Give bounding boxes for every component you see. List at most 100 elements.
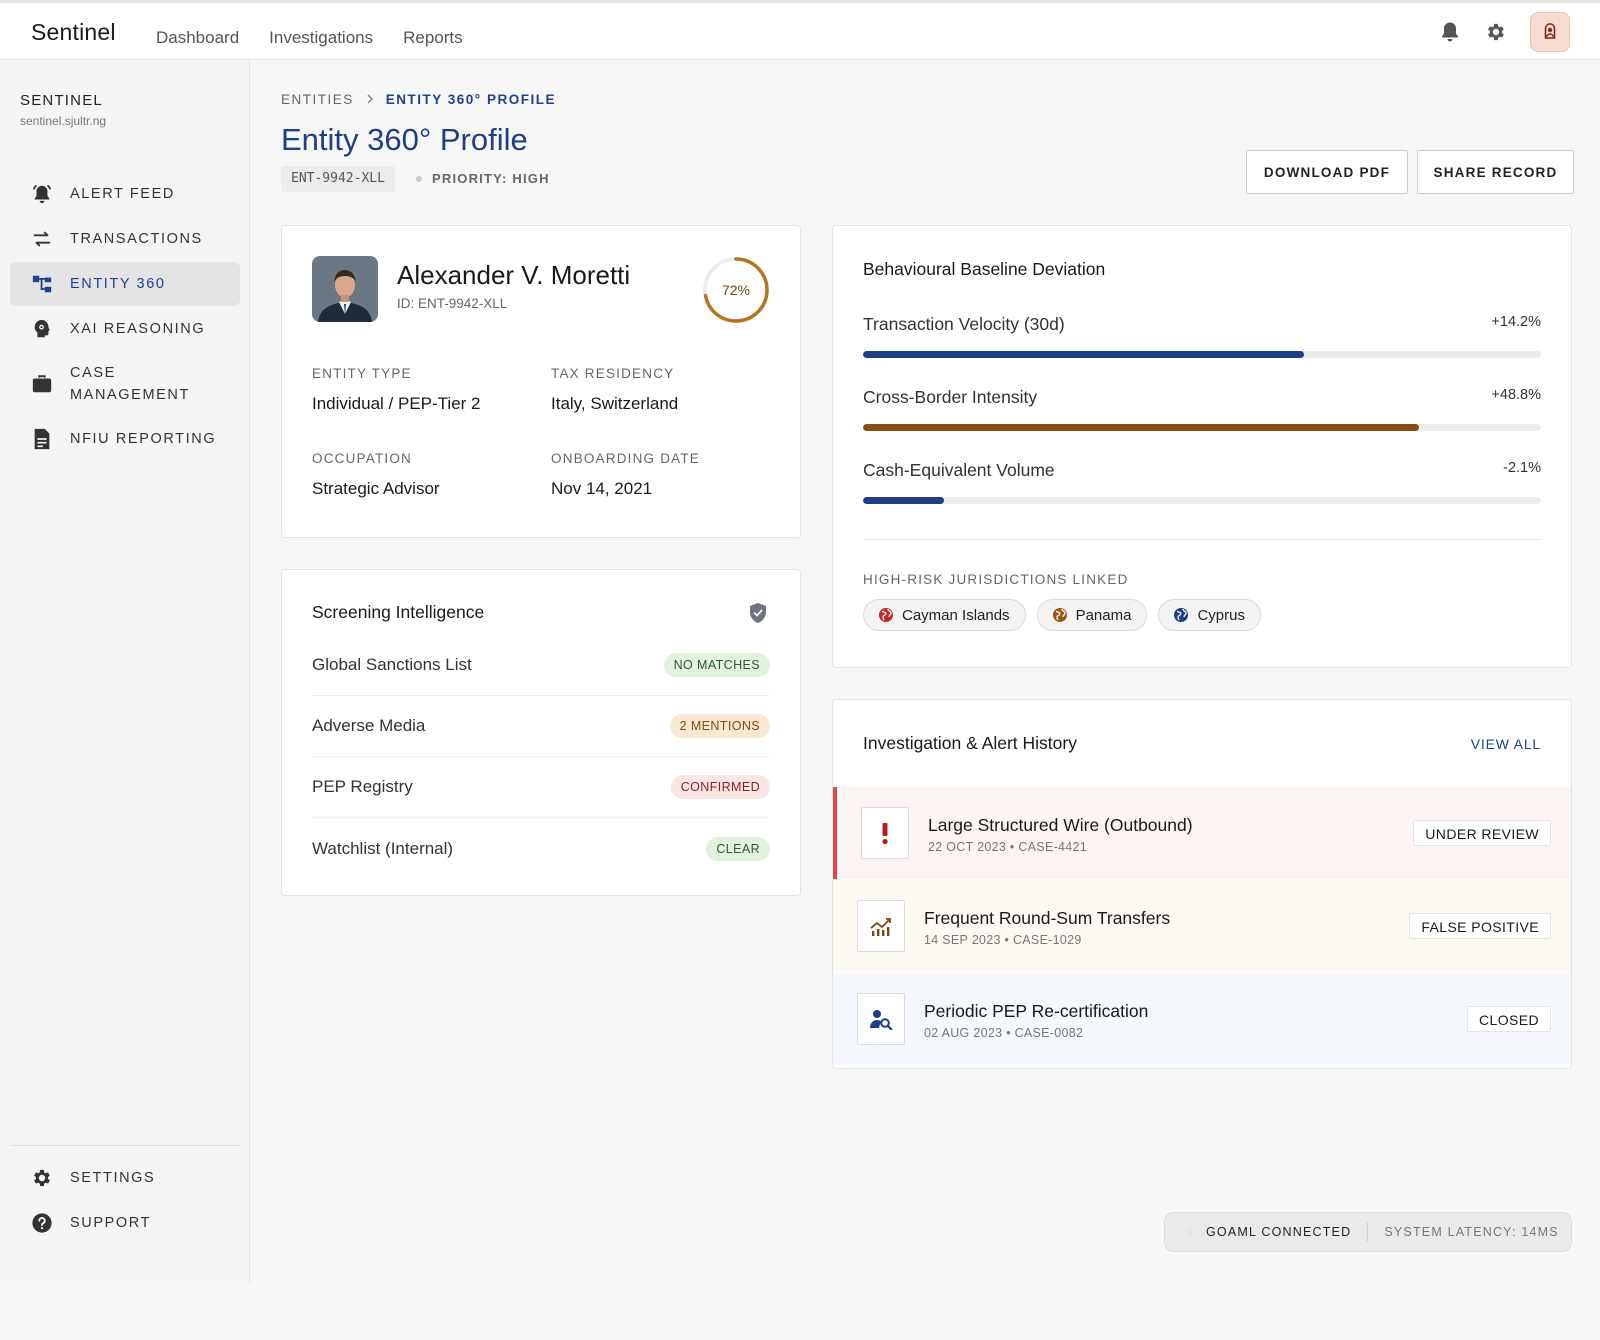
org-name: SENTINEL <box>20 92 103 109</box>
status-badge[interactable]: FALSE POSITIVE <box>1409 913 1551 939</box>
history-item[interactable]: Frequent Round-Sum Transfers 14 SEP 2023… <box>833 880 1571 972</box>
onboarding-date-label: ONBOARDING DATE <box>551 451 701 466</box>
sidebar-item-label: TRANSACTIONS <box>70 231 203 247</box>
sidebar-item-entity-360[interactable]: ENTITY 360 <box>10 262 240 306</box>
sidebar-item-label: ENTITY 360 <box>70 276 166 292</box>
metric-track <box>863 351 1541 358</box>
screening-row-pep-registry: PEP Registry CONFIRMED <box>312 757 770 818</box>
chevron-right-icon <box>366 92 374 107</box>
screening-row-label: PEP Registry <box>312 777 413 796</box>
notification-bell-icon[interactable] <box>1438 20 1462 44</box>
gear-icon[interactable] <box>1484 20 1508 44</box>
briefcase-icon <box>30 372 54 396</box>
jurisdiction-pill-cyprus[interactable]: Cyprus <box>1158 599 1261 631</box>
exclamation-icon <box>861 807 909 859</box>
top-nav-dashboard[interactable]: Dashboard <box>156 28 239 48</box>
history-item-meta: 02 AUG 2023 • CASE-0082 <box>924 1026 1084 1040</box>
history-item-title: Frequent Round-Sum Transfers <box>924 908 1171 928</box>
globe-icon <box>879 608 893 622</box>
sidebar-item-nfiu-reporting[interactable]: NFIU REPORTING <box>10 417 240 461</box>
screening-row-label: Adverse Media <box>312 716 426 735</box>
org-domain: sentinel.sjultr.ng <box>20 114 107 128</box>
screening-title: Screening Intelligence <box>312 602 485 622</box>
screening-row-label: Watchlist (Internal) <box>312 838 454 858</box>
document-icon <box>30 427 54 451</box>
sidebar-item-label: NFIU REPORTING <box>70 431 217 447</box>
globe-icon <box>1174 608 1189 622</box>
occupation-label: OCCUPATION <box>312 451 413 466</box>
history-title: Investigation & Alert History <box>863 733 1077 753</box>
divider <box>863 539 1541 540</box>
sidebar-item-label: CASE MANAGEMENT <box>70 365 190 403</box>
history-item-title: Periodic PEP Re-certification <box>924 1001 1149 1021</box>
view-all-link[interactable]: VIEW ALL <box>1471 736 1541 752</box>
metric-track <box>863 424 1541 431</box>
connection-status: GOAML CONNECTED <box>1206 1225 1352 1239</box>
profile-photo <box>312 256 378 322</box>
sidebar-item-settings[interactable]: SETTINGS <box>10 1156 240 1200</box>
globe-icon <box>1052 608 1067 622</box>
metric-label: Transaction Velocity (30d) <box>863 314 1065 334</box>
download-pdf-button[interactable]: DOWNLOAD PDF <box>1246 150 1408 194</box>
entity-name: Alexander V. Moretti <box>397 260 631 290</box>
occupation-value: Strategic Advisor <box>312 479 440 498</box>
status-badge: CONFIRMED <box>670 775 770 799</box>
jurisdiction-name: Cyprus <box>1197 606 1245 624</box>
status-badge: CLEAR <box>706 836 770 861</box>
jurisdiction-pill-cayman-islands[interactable]: Cayman Islands <box>863 599 1026 631</box>
status-badge[interactable]: CLOSED <box>1467 1006 1551 1032</box>
sidebar-item-xai-reasoning[interactable]: XAI REASONING <box>10 307 240 351</box>
jurisdiction-pills: Cayman Islands Panama Cyprus <box>863 599 1261 631</box>
metric-label: Cash-Equivalent Volume <box>863 460 1055 480</box>
screening-card: Screening Intelligence Global Sanctions … <box>281 569 801 896</box>
metric-value: -2.1% <box>1503 460 1541 476</box>
sidebar-item-alert-feed[interactable]: ALERT FEED <box>10 172 240 216</box>
breadcrumb-entities[interactable]: ENTITIES <box>281 92 354 107</box>
trend-chart-icon <box>857 900 905 952</box>
status-badge: 2 MENTIONS <box>669 714 770 738</box>
sidebar-item-transactions[interactable]: TRANSACTIONS <box>10 217 240 261</box>
sidebar: SENTINEL sentinel.sjultr.ng ALERT FEED T… <box>0 60 250 1282</box>
metric-bar-fill <box>863 424 1419 431</box>
sidebar-item-case-management[interactable]: CASE MANAGEMENT <box>10 352 240 416</box>
jurisdiction-pill-panama[interactable]: Panama <box>1036 599 1148 631</box>
history-item[interactable]: Periodic PEP Re-certification 02 AUG 202… <box>833 973 1571 1065</box>
top-nav-investigations[interactable]: Investigations <box>269 28 373 48</box>
user-search-icon <box>857 993 905 1045</box>
share-record-button[interactable]: SHARE RECORD <box>1417 150 1574 194</box>
entity-id: ID: ENT-9942-XLL <box>397 296 508 311</box>
profile-card: Alexander V. Moretti ID: ENT-9942-XLL 72… <box>281 225 801 538</box>
jurisdiction-name: Cayman Islands <box>902 606 1010 624</box>
entity-type-label: ENTITY TYPE <box>312 366 412 381</box>
app-brand[interactable]: Sentinel <box>31 19 116 46</box>
user-avatar[interactable] <box>1530 12 1570 52</box>
entity-type-value: Individual / PEP-Tier 2 <box>312 394 481 413</box>
history-item[interactable]: Large Structured Wire (Outbound) 22 OCT … <box>833 787 1571 879</box>
breadcrumb: ENTITIES ENTITY 360° PROFILE <box>281 92 556 107</box>
screening-row-adverse-media: Adverse Media 2 MENTIONS <box>312 696 770 757</box>
screening-row-sanctions: Global Sanctions List NO MATCHES <box>312 635 770 696</box>
status-badge: NO MATCHES <box>663 653 770 677</box>
risk-score-label: 72% <box>721 282 751 298</box>
entity-code-chip: ENT-9942-XLL <box>281 166 395 192</box>
priority-dot <box>416 175 422 182</box>
top-nav-reports[interactable]: Reports <box>403 28 463 48</box>
status-badge[interactable]: UNDER REVIEW <box>1413 820 1551 846</box>
sidebar-item-support[interactable]: SUPPORT <box>10 1201 240 1245</box>
deviation-card: Behavioural Baseline Deviation Transacti… <box>832 225 1572 668</box>
metric-bar-fill <box>863 351 1304 358</box>
history-card: Investigation & Alert History VIEW ALL L… <box>832 699 1572 1069</box>
onboarding-date-value: Nov 14, 2021 <box>551 479 653 498</box>
brain-gear-icon <box>30 317 54 341</box>
alert-bell-icon <box>30 182 54 206</box>
shield-check-icon <box>748 602 768 629</box>
jurisdictions-label: HIGH-RISK JURISDICTIONS LINKED <box>863 572 1129 587</box>
history-item-meta: 14 SEP 2023 • CASE-1029 <box>924 933 1082 947</box>
metric-bar-fill <box>863 497 945 504</box>
screening-row-label: Global Sanctions List <box>312 655 472 674</box>
metric-value: +14.2% <box>1491 314 1541 330</box>
sidebar-bottom: SETTINGS SUPPORT <box>10 1145 240 1246</box>
sidebar-item-label: XAI REASONING <box>70 321 206 337</box>
gear-icon <box>30 1166 54 1190</box>
screening-row-watchlist: Watchlist (Internal) CLEAR <box>312 818 770 879</box>
